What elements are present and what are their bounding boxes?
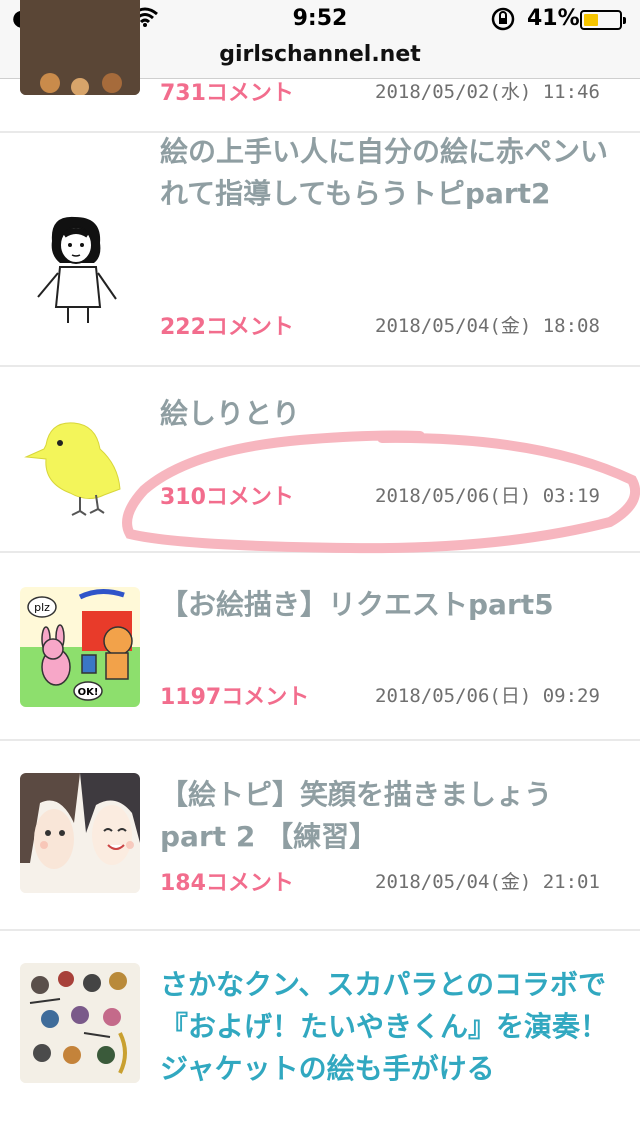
list-item[interactable]: 絵しりとり 310コメント 2018/05/06(日) 03:19	[0, 367, 640, 553]
list-item[interactable]: 731コメント 2018/05/02(水) 11:46	[0, 0, 640, 133]
post-date: 2018/05/04(金) 21:01	[375, 871, 600, 893]
post-date: 2018/05/06(日) 09:29	[375, 685, 600, 707]
topic-thumbnail[interactable]	[20, 211, 140, 331]
post-date: 2018/05/04(金) 18:08	[375, 315, 600, 337]
topic-thumbnail[interactable]	[20, 399, 140, 519]
topic-title[interactable]: 【お絵描き】リクエストpart5	[160, 584, 610, 626]
list-item[interactable]: 絵の上手い人に自分の絵に赤ペンいれて指導してもらうトピpart2 222コメント…	[0, 133, 640, 367]
topic-title[interactable]: さかなクン、スカパラとのコラボで『およげ！たいやきくん』を演奏！ジャケットの絵も…	[160, 964, 610, 1090]
topic-thumbnail[interactable]	[20, 963, 140, 1083]
battery-level	[584, 14, 598, 26]
comment-count: 310コメント	[160, 485, 294, 510]
post-date: 2018/05/02(水) 11:46	[375, 81, 600, 103]
rotation-lock-icon	[490, 6, 516, 38]
topic-thumbnail[interactable]	[20, 773, 140, 893]
battery-nub	[623, 17, 626, 24]
topic-title[interactable]: 絵の上手い人に自分の絵に赤ペンいれて指導してもらうトピpart2	[160, 131, 610, 215]
comment-count: 222コメント	[160, 315, 294, 340]
topic-list: 731コメント 2018/05/02(水) 11:46 絵の上手い人に自分の絵に…	[0, 0, 640, 1141]
battery-icon	[580, 10, 626, 30]
topic-thumbnail[interactable]	[20, 0, 140, 95]
list-item[interactable]: plz OK! 【お絵描き】リクエストpart5 1197コメント 2018/0…	[0, 553, 640, 741]
thumb-speech-plz: plz	[34, 601, 50, 614]
topic-title[interactable]: 【絵トピ】笑顔を描きましょう part 2 【練習】	[160, 774, 610, 858]
url-text[interactable]: girlschannel.net	[219, 42, 421, 67]
comment-count: 184コメント	[160, 871, 294, 896]
list-item[interactable]: さかなクン、スカパラとのコラボで『およげ！たいやきくん』を演奏！ジャケットの絵も…	[0, 931, 640, 1141]
thumb-speech-ok: OK!	[78, 687, 99, 698]
topic-thumbnail[interactable]: plz OK!	[20, 587, 140, 707]
battery-percent: 41%	[527, 6, 580, 31]
post-date: 2018/05/06(日) 03:19	[375, 485, 600, 507]
list-item[interactable]: 【絵トピ】笑顔を描きましょう part 2 【練習】 184コメント 2018/…	[0, 741, 640, 931]
topic-title[interactable]: 絵しりとり	[160, 393, 610, 435]
comment-count: 1197コメント	[160, 685, 310, 710]
comment-count: 731コメント	[160, 81, 294, 106]
